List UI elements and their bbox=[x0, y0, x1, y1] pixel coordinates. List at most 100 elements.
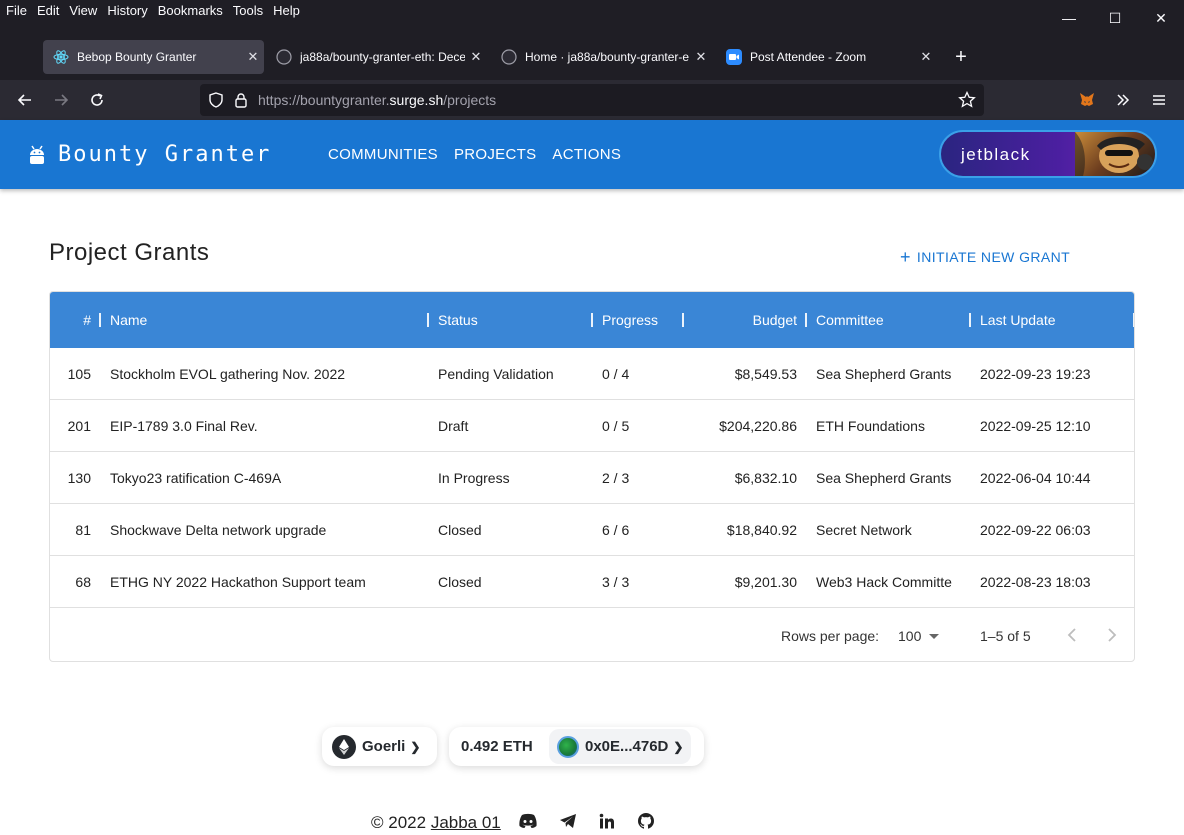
cell-progress: 2 / 3 bbox=[602, 469, 630, 486]
reload-icon[interactable] bbox=[85, 88, 109, 112]
cell-status: Closed bbox=[438, 521, 482, 538]
linkedin-icon[interactable] bbox=[597, 811, 617, 831]
cell-budget: $8,549.53 bbox=[734, 365, 797, 382]
url-text: https://bountygranter.surge.sh/projects bbox=[258, 92, 496, 108]
more-tools-icon[interactable] bbox=[1111, 88, 1135, 112]
menu-bar: File Edit View History Bookmarks Tools H… bbox=[0, 0, 303, 20]
nav-actions[interactable]: ACTIONS bbox=[552, 146, 621, 163]
next-page-icon[interactable] bbox=[1103, 626, 1121, 644]
table-row[interactable]: 201 EIP-1789 3.0 Final Rev. Draft 0 / 5 … bbox=[50, 400, 1134, 452]
column-separator[interactable] bbox=[591, 313, 593, 327]
column-header-progress[interactable]: Progress bbox=[602, 292, 658, 348]
close-window-icon[interactable]: ✕ bbox=[1138, 0, 1184, 36]
menu-view[interactable]: View bbox=[62, 3, 100, 18]
column-separator[interactable] bbox=[1133, 313, 1134, 327]
table-row[interactable]: 105 Stockholm EVOL gathering Nov. 2022 P… bbox=[50, 348, 1134, 400]
bookmark-star-icon[interactable] bbox=[958, 91, 976, 109]
tab-github-home[interactable]: Home · ja88a/bounty-granter-e ✕ bbox=[491, 40, 712, 74]
github-icon[interactable] bbox=[636, 811, 656, 831]
column-header-committee[interactable]: Committee bbox=[816, 292, 884, 348]
column-header-budget[interactable]: Budget bbox=[680, 292, 797, 348]
browser-chrome: File Edit View History Bookmarks Tools H… bbox=[0, 0, 1184, 120]
tab-title: Bebop Bounty Granter bbox=[77, 50, 197, 64]
plus-icon: + bbox=[900, 247, 911, 267]
column-header-last-update[interactable]: Last Update bbox=[980, 292, 1056, 348]
cell-committee: Sea Shepherd Grants bbox=[816, 469, 952, 486]
cell-budget: $9,201.30 bbox=[734, 573, 797, 590]
initiate-new-grant-label: INITIATE NEW GRANT bbox=[916, 249, 1071, 265]
menu-tools[interactable]: Tools bbox=[226, 3, 266, 18]
github-icon bbox=[276, 49, 292, 65]
account-button[interactable]: 0.492 ETH 0x0E...476D ❯ bbox=[449, 727, 704, 766]
menu-edit[interactable]: Edit bbox=[30, 3, 62, 18]
table-row[interactable]: 81 Shockwave Delta network upgrade Close… bbox=[50, 504, 1134, 556]
wallet-address-chip[interactable]: 0x0E...476D ❯ bbox=[549, 729, 692, 764]
column-separator[interactable] bbox=[99, 313, 101, 327]
chevron-down-icon: ❯ bbox=[673, 739, 684, 754]
lock-icon[interactable] bbox=[234, 92, 248, 108]
column-header-status[interactable]: Status bbox=[438, 292, 478, 348]
react-icon bbox=[53, 49, 69, 65]
menu-history[interactable]: History bbox=[100, 3, 150, 18]
maximize-icon[interactable]: ☐ bbox=[1092, 0, 1138, 36]
wallet-address: 0x0E...476D bbox=[585, 738, 669, 755]
hamburger-menu-icon[interactable] bbox=[1147, 88, 1171, 112]
close-tab-icon[interactable]: ✕ bbox=[915, 49, 937, 65]
wallet-balance: 0.492 ETH bbox=[461, 738, 533, 755]
user-profile-chip[interactable]: jetblack bbox=[939, 130, 1157, 178]
cell-id: 81 bbox=[75, 521, 91, 538]
nav-projects[interactable]: PROJECTS bbox=[454, 146, 536, 163]
cell-progress: 3 / 3 bbox=[602, 573, 630, 590]
navigation-toolbar: https://bountygranter.surge.sh/projects bbox=[0, 80, 1184, 120]
address-bar[interactable]: https://bountygranter.surge.sh/projects bbox=[200, 84, 984, 116]
initiate-new-grant-button[interactable]: + INITIATE NEW GRANT bbox=[900, 247, 1071, 267]
window-controls: — ☐ ✕ bbox=[1046, 0, 1184, 36]
cell-last-update: 2022-09-23 19:23 bbox=[980, 365, 1091, 382]
shield-icon[interactable] bbox=[208, 92, 224, 108]
table-pagination: Rows per page: 100 1–5 of 5 bbox=[50, 608, 1134, 661]
network-selector-button[interactable]: Goerli ❯ bbox=[322, 727, 437, 766]
minimize-icon[interactable]: — bbox=[1046, 0, 1092, 36]
column-separator[interactable] bbox=[969, 313, 971, 327]
back-icon[interactable] bbox=[13, 88, 37, 112]
metamask-icon[interactable] bbox=[1075, 88, 1099, 112]
menu-file[interactable]: File bbox=[0, 3, 30, 18]
column-header-number[interactable]: # bbox=[50, 292, 91, 348]
tab-bebop-bounty-granter[interactable]: Bebop Bounty Granter ✕ bbox=[43, 40, 264, 74]
brand-name: Bounty Granter bbox=[58, 142, 272, 167]
column-separator[interactable] bbox=[805, 313, 807, 327]
discord-icon[interactable] bbox=[518, 811, 538, 831]
cell-last-update: 2022-09-25 12:10 bbox=[980, 417, 1091, 434]
new-tab-icon[interactable]: + bbox=[950, 44, 972, 70]
menu-help[interactable]: Help bbox=[266, 3, 303, 18]
forward-icon[interactable] bbox=[49, 88, 73, 112]
table-row[interactable]: 130 Tokyo23 ratification C-469A In Progr… bbox=[50, 452, 1134, 504]
close-tab-icon[interactable]: ✕ bbox=[465, 49, 487, 65]
telegram-icon[interactable] bbox=[558, 811, 578, 831]
column-header-name[interactable]: Name bbox=[110, 292, 147, 348]
android-icon bbox=[28, 144, 46, 166]
brand[interactable]: Bounty Granter bbox=[28, 142, 271, 167]
globe-avatar-icon bbox=[557, 735, 579, 758]
pagination-range: 1–5 of 5 bbox=[980, 628, 1031, 644]
close-tab-icon[interactable]: ✕ bbox=[690, 49, 712, 65]
tab-github-repo[interactable]: ja88a/bounty-granter-eth: Dece ✕ bbox=[266, 40, 487, 74]
copyright: © 2022 Jabba 01 bbox=[371, 813, 501, 833]
menu-bookmarks[interactable]: Bookmarks bbox=[151, 3, 226, 18]
cell-last-update: 2022-06-04 10:44 bbox=[980, 469, 1091, 486]
network-name: Goerli bbox=[362, 738, 406, 755]
url-prefix: https://bountygranter. bbox=[258, 92, 390, 108]
tab-title: Post Attendee - Zoom bbox=[750, 50, 867, 64]
rows-per-page-select[interactable]: 100 bbox=[898, 628, 940, 644]
close-tab-icon[interactable]: ✕ bbox=[242, 49, 264, 65]
author-link[interactable]: Jabba 01 bbox=[431, 813, 501, 832]
previous-page-icon[interactable] bbox=[1063, 626, 1081, 644]
column-separator[interactable] bbox=[427, 313, 429, 327]
tab-zoom[interactable]: Post Attendee - Zoom ✕ bbox=[716, 40, 937, 74]
project-grants-table: # Name Status Progress Budget Committee … bbox=[49, 291, 1135, 662]
cell-status: In Progress bbox=[438, 469, 510, 486]
table-row[interactable]: 68 ETHG NY 2022 Hackathon Support team C… bbox=[50, 556, 1134, 608]
chevron-down-icon: ❯ bbox=[410, 739, 421, 754]
nav-communities[interactable]: COMMUNITIES bbox=[328, 146, 438, 163]
cell-status: Draft bbox=[438, 417, 469, 434]
